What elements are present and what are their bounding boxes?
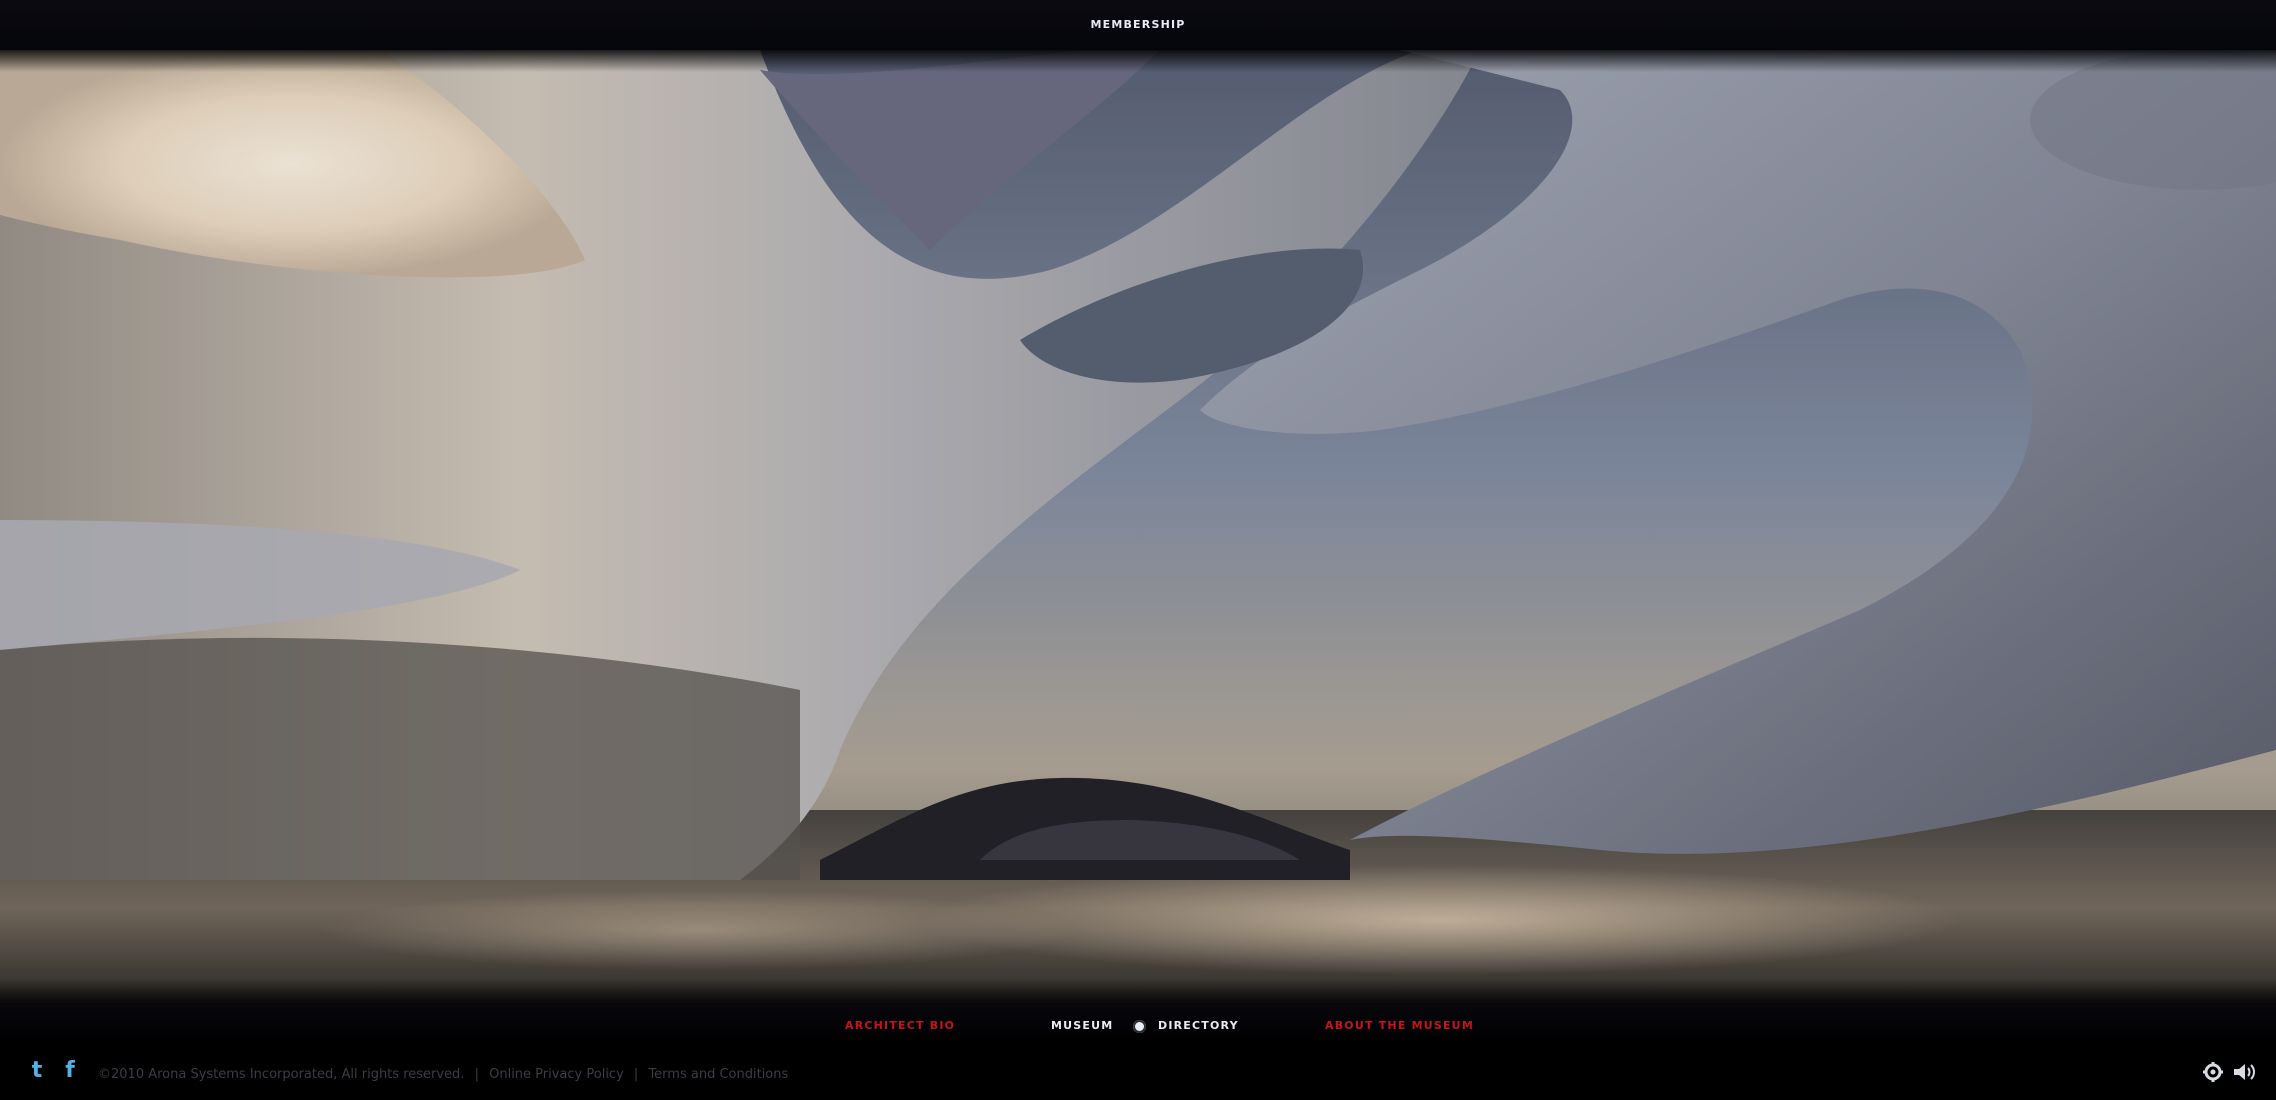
- architectural-render: [0, 50, 2276, 1005]
- twitter-icon[interactable]: t: [27, 1060, 47, 1082]
- directory-link[interactable]: DIRECTORY: [1158, 1019, 1239, 1032]
- membership-link[interactable]: MEMBERSHIP: [0, 18, 2276, 31]
- footer-separator: |: [633, 1067, 639, 1082]
- speaker-icon[interactable]: [2232, 1061, 2255, 1083]
- architect-bio-link[interactable]: ARCHITECT BIO: [845, 1019, 955, 1032]
- copyright-line: ©2010 Arona Systems Incorporated, All ri…: [98, 1067, 788, 1082]
- terms-link[interactable]: Terms and Conditions: [648, 1067, 788, 1082]
- footer-separator: |: [474, 1067, 479, 1082]
- hero-bottom-fade: [0, 979, 2276, 1005]
- footer: t f ©2010 Arona Systems Incorporated, Al…: [0, 1045, 2276, 1100]
- top-bar: MEMBERSHIP: [0, 0, 2276, 50]
- museum-link[interactable]: MUSEUM: [1051, 1019, 1113, 1032]
- copyright-text: ©2010 Arona Systems Incorporated, All ri…: [98, 1067, 465, 1082]
- hero-top-fade: [0, 50, 2276, 72]
- hero-image: [0, 50, 2276, 1005]
- directory-dot-icon[interactable]: [1133, 1020, 1146, 1033]
- gear-icon[interactable]: [2202, 1061, 2224, 1083]
- about-the-museum-link[interactable]: ABOUT THE MUSEUM: [1325, 1019, 1474, 1032]
- facebook-icon[interactable]: f: [60, 1060, 80, 1082]
- privacy-policy-link[interactable]: Online Privacy Policy: [489, 1067, 624, 1082]
